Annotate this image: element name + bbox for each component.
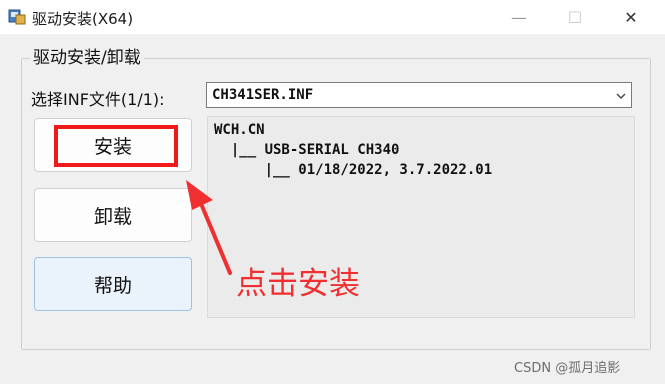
close-button[interactable]: ✕ bbox=[608, 0, 654, 34]
inf-file-value: CH341SER.INF bbox=[212, 87, 314, 103]
uninstall-button-label: 卸载 bbox=[93, 205, 132, 228]
title-bar[interactable]: 驱动安装(X64) — ☐ ✕ bbox=[0, 0, 665, 34]
minimize-button[interactable]: — bbox=[496, 0, 542, 34]
help-button-label: 帮助 bbox=[93, 274, 132, 297]
app-icon bbox=[8, 9, 26, 25]
info-vendor-line: WCH.CN bbox=[214, 122, 265, 138]
window-title: 驱动安装(X64) bbox=[32, 10, 134, 28]
inf-file-select[interactable]: CH341SER.INF bbox=[206, 82, 632, 108]
install-highlight-frame bbox=[54, 125, 178, 167]
close-icon: ✕ bbox=[624, 7, 638, 27]
click-install-annotation: 点击安装 bbox=[236, 266, 360, 302]
minimize-icon: — bbox=[511, 7, 527, 27]
group-title: 驱动安装/卸载 bbox=[30, 43, 144, 68]
info-device-line: |__ USB-SERIAL CH340 bbox=[214, 142, 400, 158]
chevron-down-icon bbox=[616, 93, 626, 99]
driver-install-window: 驱动安装(X64) — ☐ ✕ 驱动安装/卸载 选择INF文件(1/1): CH… bbox=[0, 0, 665, 384]
inf-select-label: 选择INF文件(1/1): bbox=[31, 90, 165, 109]
maximize-icon: ☐ bbox=[567, 7, 583, 27]
info-version-line: |__ 01/18/2022, 3.7.2022.01 bbox=[214, 162, 493, 178]
help-button[interactable]: 帮助 bbox=[34, 257, 192, 311]
csdn-watermark: CSDN @孤月追影 bbox=[514, 361, 621, 376]
maximize-button[interactable]: ☐ bbox=[552, 0, 598, 34]
uninstall-button[interactable]: 卸载 bbox=[34, 188, 192, 242]
